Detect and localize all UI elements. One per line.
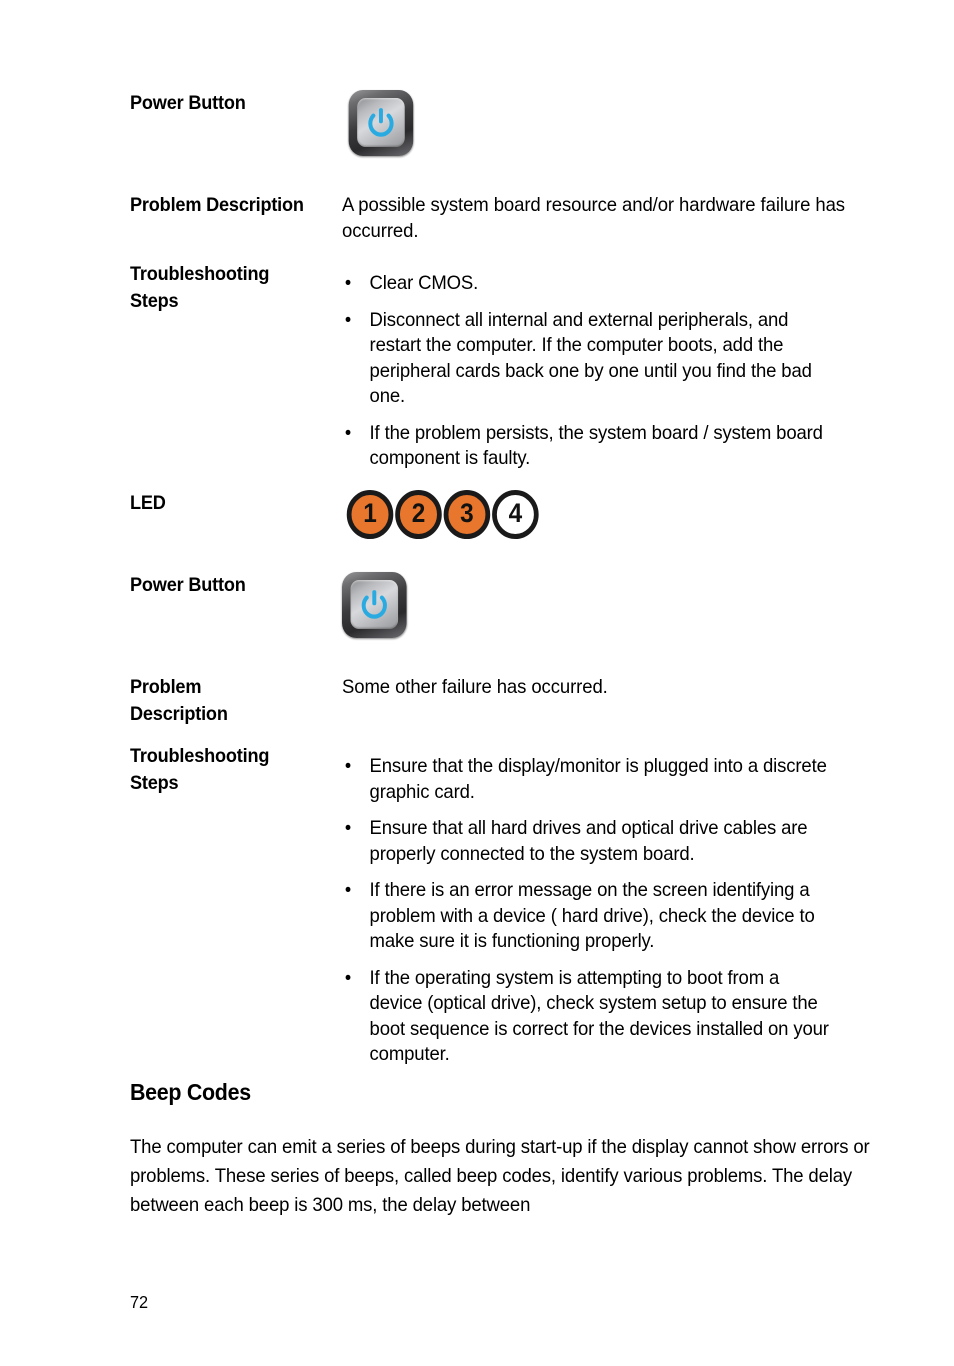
list-item: • Ensure that all hard drives and optica… <box>342 816 834 867</box>
bullet-icon: • <box>344 422 352 444</box>
led-indicator-group: 1 2 3 4 <box>346 490 834 539</box>
list-item: • If the problem persists, the system bo… <box>342 421 834 472</box>
spec-label-troubleshooting-steps: Troubleshooting Steps <box>130 263 270 312</box>
spec-value-problem-description: Some other failure has occurred. <box>342 676 608 698</box>
page-number: 72 <box>130 1292 149 1312</box>
led-number: 4 <box>508 498 523 528</box>
spec-value-power-button <box>342 90 825 156</box>
spec-row-led: LED 1 2 3 4 <box>130 490 860 539</box>
power-button-icon <box>342 572 407 638</box>
led-indicator-3: 3 <box>443 490 491 539</box>
bullet-icon: • <box>344 273 352 294</box>
bullet-icon: • <box>344 967 352 989</box>
section-heading-beep-codes: Beep Codes <box>130 1079 251 1105</box>
list-item: • Disconnect all internal and external p… <box>342 308 834 410</box>
spec-label-power-button: Power Button <box>130 574 246 596</box>
spec-row-troubleshooting-steps-1: Troubleshooting Steps • Clear CMOS. • Di… <box>130 261 860 472</box>
bullet-icon: • <box>344 818 352 839</box>
spec-row-problem-description-1: Problem Description A possible system bo… <box>130 192 860 244</box>
list-item-text: If there is an error message on the scre… <box>369 879 815 952</box>
beep-codes-paragraph: The computer can emit a series of beeps … <box>130 1136 870 1216</box>
led-number: 3 <box>460 498 474 528</box>
list-item-text: If the operating system is attempting to… <box>369 966 829 1066</box>
power-symbol-icon <box>368 108 394 137</box>
spec-value-power-button <box>342 572 825 638</box>
document-page: Power Button Problem Description A possi… <box>0 0 954 1366</box>
troubleshooting-steps-list-1: • Clear CMOS. • Disconnect all internal … <box>342 261 834 472</box>
list-item-text: Disconnect all internal and external per… <box>369 308 812 408</box>
list-item: • If the operating system is attempting … <box>342 966 834 1068</box>
spec-label-problem-description: Problem Description <box>130 194 304 216</box>
spec-label-problem-description: Problem Description <box>130 676 228 725</box>
power-button-icon <box>348 90 414 156</box>
spec-row-troubleshooting-steps-2: Troubleshooting Steps • Ensure that the … <box>130 743 860 1068</box>
led-number: 1 <box>363 498 377 528</box>
power-symbol-icon <box>361 590 387 619</box>
spec-value-problem-description: A possible system board resource and/or … <box>342 194 845 242</box>
spec-row-power-button-1: Power Button <box>130 90 850 156</box>
bullet-icon: • <box>344 756 352 777</box>
troubleshooting-steps-list-2: • Ensure that the display/monitor is plu… <box>342 743 834 1068</box>
list-item-text: If the problem persists, the system boar… <box>369 421 823 470</box>
spec-label-power-button: Power Button <box>130 92 246 114</box>
spec-value-led: 1 2 3 4 <box>342 490 834 539</box>
bullet-icon: • <box>344 309 352 331</box>
list-item: • Clear CMOS. <box>342 271 834 297</box>
led-indicator-1: 1 <box>346 490 394 539</box>
list-item-text: Ensure that the display/monitor is plugg… <box>369 755 827 803</box>
led-number: 2 <box>411 498 426 528</box>
led-indicator-2: 2 <box>395 490 442 539</box>
spec-label-led: LED <box>130 492 166 514</box>
list-item-text: Ensure that all hard drives and optical … <box>369 817 808 865</box>
led-indicator-4: 4 <box>492 490 539 539</box>
list-item-text: Clear CMOS. <box>369 272 479 294</box>
spec-label-troubleshooting-steps: Troubleshooting Steps <box>130 745 270 794</box>
bullet-icon: • <box>344 880 352 901</box>
spec-row-power-button-2: Power Button <box>130 572 850 638</box>
list-item: • Ensure that the display/monitor is plu… <box>342 754 834 805</box>
list-item: • If there is an error message on the sc… <box>342 878 834 955</box>
spec-row-problem-description-2: Problem Description Some other failure h… <box>130 674 860 728</box>
